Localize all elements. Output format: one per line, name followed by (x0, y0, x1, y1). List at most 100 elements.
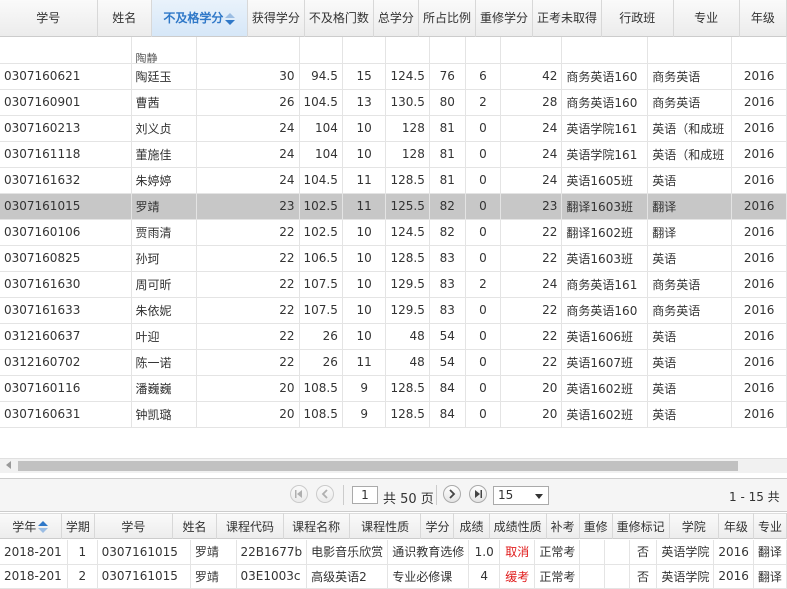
page-size-select[interactable]: 15 (493, 486, 549, 505)
sub-col-header-course-name[interactable]: 课程名称 (283, 513, 350, 539)
cell-student-id: 0307160631 (0, 401, 132, 428)
table-row[interactable]: 0312160702 陈一诺 22 26 11 48 54 0 22 英语1607班 英语 2016 (0, 349, 787, 376)
cell-retake (604, 564, 630, 589)
table-row[interactable]: 2018-201 1 0307161015 罗靖 22B1677b 电影音乐欣赏 通识教育选… (0, 540, 787, 565)
sort-icon (225, 12, 236, 25)
table-row[interactable]: 0307160631 钟凯璐 20 108.5 9 128.5 84 0 20 英语1602班 英语… (0, 401, 787, 428)
sub-col-header-score-type[interactable]: 成绩性质 (489, 513, 547, 539)
cell-class: 英语1602班 (561, 375, 649, 402)
cell-major: 翻译 (647, 193, 733, 220)
scrollbar-thumb[interactable] (18, 461, 738, 471)
table-row[interactable]: 0307160106 贾雨清 22 102.5 10 124.5 82 0 22 翻译1602班翻… (0, 219, 787, 246)
col-header-ratio[interactable]: 所占比例 (418, 0, 476, 36)
cell-earned-credit: 106.5 (299, 245, 343, 272)
sub-col-header-retake-flag[interactable]: 重修标记 (612, 513, 670, 539)
col-header-grade[interactable]: 年级 (739, 0, 787, 36)
cell-retake-credit: 2 (465, 89, 502, 116)
col-header-student-id[interactable]: 学号 (0, 0, 98, 36)
col-header-earned-credit[interactable]: 获得学分 (247, 0, 305, 36)
cell-class: 英语学院161 (561, 115, 649, 142)
sub-col-header-course-code[interactable]: 课程代码 (216, 513, 284, 539)
cell-class: 英语1602班 (561, 401, 649, 428)
table-row-partial[interactable]: 陶静 (0, 37, 787, 64)
page-number-input[interactable]: 1 (352, 486, 378, 504)
table-row[interactable]: 2018-201 2 0307161015 罗靖 03E1003c 高级英语2 专业必修课 4… (0, 564, 787, 589)
table-row[interactable]: 0307161632 朱婷婷 24 104.5 11 128.5 81 0 24 英语1605班英… (0, 167, 787, 194)
horizontal-scrollbar[interactable] (0, 458, 787, 473)
prev-page-button[interactable] (316, 485, 334, 503)
next-page-button[interactable] (443, 485, 461, 503)
cell-name: 罗靖 (131, 193, 198, 220)
sub-col-header-grade[interactable]: 年级 (718, 513, 754, 539)
cell-term: 1 (67, 540, 98, 565)
cell-course-code: 22B1677b (236, 540, 308, 565)
main-grid: 学号 姓名 不及格学分 获得学分 不及格门数 总学分 所占比例 重修学分 正考未… (0, 0, 787, 479)
table-row[interactable]: 0312160637 叶迎 22 26 10 48 54 0 22 英语1606班 英语 2016 (0, 323, 787, 350)
sub-col-header-name[interactable]: 姓名 (172, 513, 218, 539)
sub-col-header-retake[interactable]: 重修 (579, 513, 613, 539)
cell-term: 2 (67, 564, 98, 589)
sub-col-header-credit[interactable]: 学分 (420, 513, 455, 539)
last-page-button[interactable] (469, 485, 487, 503)
cell-student-id: 0307160213 (0, 115, 132, 142)
cell-name: 陈一诺 (131, 349, 198, 376)
cell-ratio: 54 (429, 323, 466, 350)
cell-grade: 2016 (731, 115, 787, 142)
table-row[interactable]: 0307160825 孙珂 22 106.5 10 128.5 83 0 22 英语1603班 英语… (0, 245, 787, 272)
col-header-total-credit[interactable]: 总学分 (373, 0, 419, 36)
cell-student-id: 0307161015 (0, 193, 132, 220)
table-row[interactable]: 0307160116 潘巍巍 20 108.5 9 128.5 84 0 20 英语1602班 英语… (0, 375, 787, 402)
sub-col-header-makeup[interactable]: 补考 (546, 513, 580, 539)
last-page-icon (475, 490, 482, 498)
col-header-name[interactable]: 姓名 (97, 0, 152, 36)
table-row[interactable]: 0307161630 周可昕 22 107.5 10 129.5 83 2 24 商务英语161 商… (0, 271, 787, 298)
cell-fail-count: 10 (342, 115, 387, 142)
sub-col-header-term[interactable]: 学期 (61, 513, 96, 539)
table-row[interactable]: 0307160901 曹茜 26 104.5 13 130.5 80 2 28 商务英语160 商务… (0, 89, 787, 116)
cell-class: 英语1606班 (561, 323, 649, 350)
cell-grade: 2016 (731, 63, 787, 90)
cell-unpassed: 24 (500, 271, 563, 298)
cell-credit: 1.0 (468, 540, 501, 565)
first-page-button[interactable] (290, 485, 308, 503)
cell-fail-credit: 30 (196, 63, 300, 90)
cell-unpassed: 23 (500, 193, 563, 220)
scroll-left-icon[interactable] (6, 461, 11, 469)
sub-col-header-major[interactable]: 专业 (753, 513, 787, 539)
cell-score-type: 正常考 (534, 564, 581, 589)
cell-retake-credit: 0 (465, 245, 502, 272)
cell-college: 英语学院 (656, 564, 715, 589)
cell-credit: 4 (468, 564, 501, 589)
sub-col-header-college[interactable]: 学院 (669, 513, 719, 539)
col-header-class[interactable]: 行政班 (601, 0, 674, 36)
col-header-retake-credit[interactable]: 重修学分 (475, 0, 533, 36)
table-row[interactable]: 0307161633 朱依妮 22 107.5 10 129.5 83 0 22 商务英语160 商… (0, 297, 787, 324)
table-row[interactable]: 0307160621 陶廷玉 30 94.5 15 124.5 76 6 42 商务英语160 商务… (0, 63, 787, 90)
col-header-unpassed[interactable]: 正考未取得 (532, 0, 602, 36)
cell-student-id: 0312160637 (0, 323, 132, 350)
cell-fail-count: 10 (342, 219, 387, 246)
cell-retake-flag: 否 (629, 540, 658, 565)
sub-col-header-year[interactable]: 学年 (0, 513, 62, 539)
sub-col-header-course-nature[interactable]: 课程性质 (349, 513, 422, 539)
cell-ratio: 83 (429, 297, 466, 324)
cell-name: 钟凯璐 (131, 401, 198, 428)
cell-earned-credit: 108.5 (299, 375, 343, 402)
cell-retake-credit: 0 (465, 323, 502, 350)
cell-grade: 2016 (731, 141, 787, 168)
cell-class: 英语1607班 (561, 349, 649, 376)
cell-grade: 2016 (731, 323, 787, 350)
table-row[interactable]: 0307161118 董施佳 24 104 10 128 81 0 24 英语学院161 英语（和成… (0, 141, 787, 168)
col-header-major[interactable]: 专业 (673, 0, 740, 36)
prev-page-icon (321, 489, 328, 499)
table-row[interactable]: 0307160213 刘义贞 24 104 10 128 81 0 24 英语学院161 英语（和成… (0, 115, 787, 142)
cell-earned-credit: 104 (299, 141, 343, 168)
col-header-fail-count[interactable]: 不及格门数 (304, 0, 374, 36)
cell-major: 英语 (647, 245, 733, 272)
cell-total-credit: 124.5 (385, 219, 430, 246)
col-header-fail-credit[interactable]: 不及格学分 (151, 0, 248, 36)
table-row[interactable]: 0307161015 罗靖 23 102.5 11 125.5 82 0 23 翻译1603班 翻译… (0, 193, 787, 220)
sub-col-header-student-id[interactable]: 学号 (94, 513, 173, 539)
main-grid-header: 学号 姓名 不及格学分 获得学分 不及格门数 总学分 所占比例 重修学分 正考未… (0, 0, 787, 37)
sub-col-header-score[interactable]: 成绩 (453, 513, 490, 539)
